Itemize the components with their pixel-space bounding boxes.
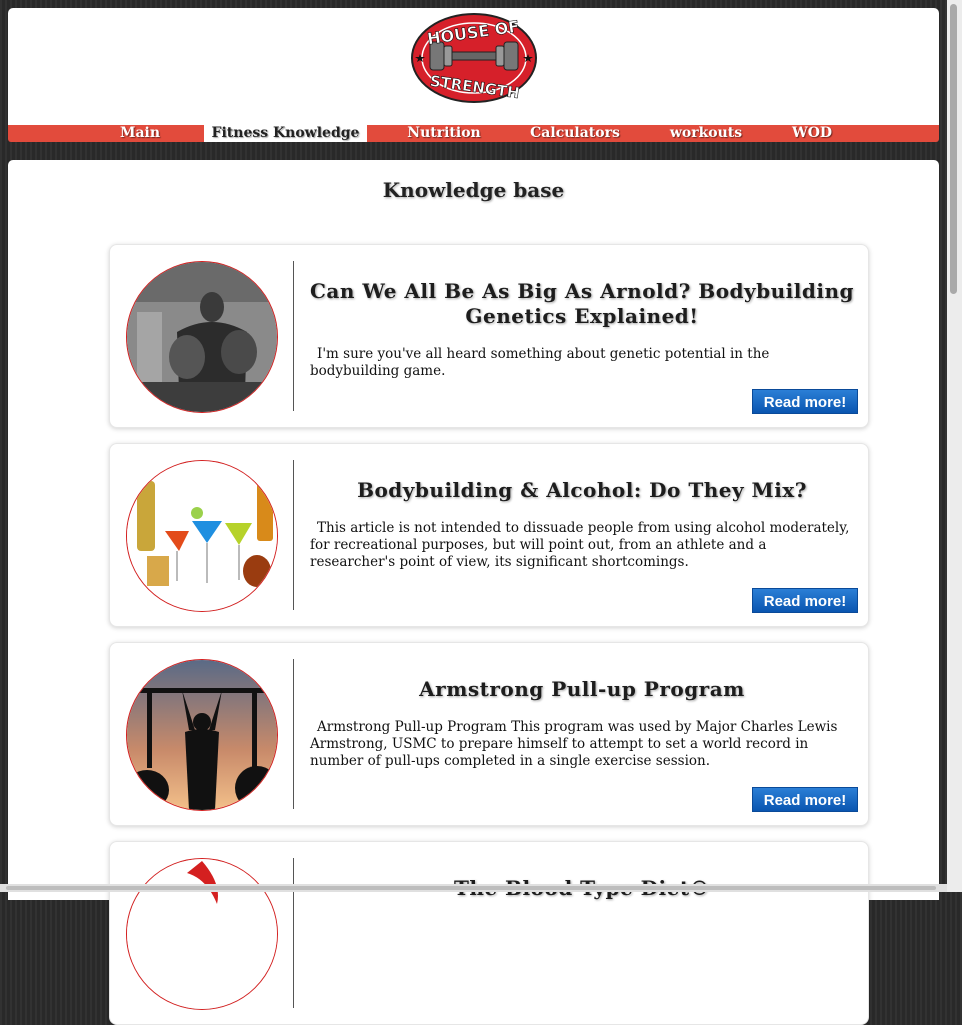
article-card: Bodybuilding & Alcohol: Do They Mix? Thi… [109, 443, 869, 627]
read-more-button[interactable]: Read more! [752, 389, 858, 414]
horizontal-scroll-thumb[interactable] [6, 886, 936, 890]
page-title: Knowledge base [382, 178, 565, 202]
article-title[interactable]: Can We All Be As Big As Arnold? Bodybuil… [310, 279, 854, 329]
card-divider [293, 460, 294, 610]
pull-up-silhouette-photo-icon[interactable] [126, 659, 278, 811]
vertical-scrollbar[interactable] [947, 0, 962, 892]
nav-item-workouts[interactable]: workouts [656, 125, 756, 142]
cocktail-glasses-photo-icon[interactable] [126, 460, 278, 612]
article-card: The Blood Type Diet® [109, 841, 869, 1025]
nav-item-nutrition[interactable]: Nutrition [388, 125, 500, 142]
house-of-strength-logo[interactable]: HOUSE OF STRENGTH [410, 12, 538, 104]
vertical-scroll-thumb[interactable] [950, 4, 957, 294]
card-divider [293, 858, 294, 1008]
horizontal-scrollbar[interactable] [0, 884, 947, 892]
nav-item-fitness-knowledge[interactable]: Fitness Knowledge [204, 125, 367, 142]
article-excerpt: This article is not intended to dissuade… [310, 520, 850, 570]
site-header: HOUSE OF STRENGTH [8, 8, 939, 125]
read-more-button[interactable]: Read more! [752, 787, 858, 812]
article-card: Can We All Be As Big As Arnold? Bodybuil… [109, 244, 869, 428]
nav-item-wod[interactable]: WOD [778, 125, 846, 142]
article-card: Armstrong Pull-up Program Armstrong Pull… [109, 642, 869, 826]
card-divider [293, 261, 294, 411]
main-nav: Main Fitness Knowledge Nutrition Calcula… [8, 125, 939, 142]
read-more-button[interactable]: Read more! [752, 588, 858, 613]
blood-drop-photo-icon[interactable] [126, 858, 278, 1010]
main-content: Knowledge base Can We All Be As Big As A… [8, 160, 939, 1025]
nav-item-main[interactable]: Main [92, 125, 188, 142]
nav-item-calculators[interactable]: Calculators [516, 125, 634, 142]
article-excerpt: Armstrong Pull-up Program This program w… [310, 719, 838, 769]
article-excerpt: I'm sure you've all heard something abou… [310, 346, 770, 379]
article-title[interactable]: Bodybuilding & Alcohol: Do They Mix? [310, 478, 854, 503]
article-title[interactable]: Armstrong Pull-up Program [310, 677, 854, 702]
bodybuilder-photo-icon[interactable] [126, 261, 278, 413]
card-divider [293, 659, 294, 809]
